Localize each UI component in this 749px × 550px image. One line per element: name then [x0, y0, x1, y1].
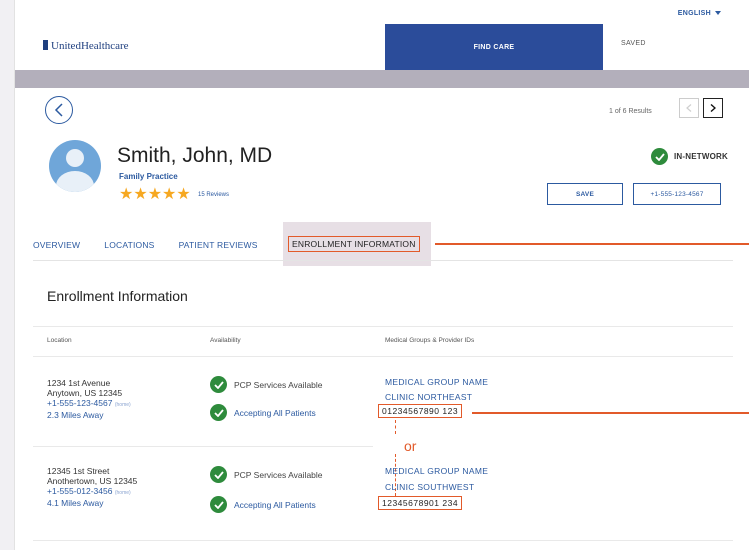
- checkmark-icon: [210, 376, 227, 393]
- phone-text: +1-555-012-3456: [47, 486, 113, 496]
- address-distance[interactable]: 4.1 Miles Away: [47, 498, 137, 508]
- address-city: Anytown, US 12345: [47, 388, 123, 398]
- location-address: 12345 1st Street Anothertown, US 12345 +…: [47, 466, 137, 508]
- network-status-badge: IN-NETWORK: [651, 148, 728, 165]
- column-header-groups: Medical Groups & Provider IDs: [385, 337, 475, 344]
- language-label: ENGLISH: [677, 10, 711, 17]
- availability-pcp: PCP Services Available: [234, 469, 323, 480]
- chevron-left-icon: [54, 103, 63, 117]
- availability-item: Accepting All Patients: [210, 404, 316, 421]
- reviews-link[interactable]: 15 Reviews: [198, 192, 229, 198]
- next-result-button[interactable]: [703, 98, 723, 118]
- logo-mark-icon: [43, 40, 48, 50]
- provider-id: 01234567890 123: [378, 404, 463, 418]
- nav-saved-label: SAVED: [621, 40, 646, 47]
- availability-item: Accepting All Patients: [210, 496, 316, 513]
- phone-text: +1-555-123-4567: [47, 398, 113, 408]
- tab-enrollment-information[interactable]: ENROLLMENT INFORMATION: [288, 236, 420, 252]
- section-title: Enrollment Information: [47, 288, 188, 304]
- divider: [33, 356, 733, 357]
- medical-group-name[interactable]: MEDICAL GROUP NAME: [385, 466, 488, 476]
- provider-name: Smith, John, MD: [117, 144, 273, 167]
- availability-item: PCP Services Available: [210, 376, 323, 393]
- provider-id: 12345678901 234: [378, 496, 463, 510]
- clinic-name[interactable]: CLINIC SOUTHWEST: [385, 482, 474, 492]
- chevron-down-icon: [715, 11, 721, 16]
- avatar: [49, 140, 101, 192]
- language-selector[interactable]: ENGLISH: [678, 10, 721, 17]
- address-city: Anothertown, US 12345: [47, 476, 138, 486]
- checkmark-icon: [651, 148, 668, 165]
- availability-accepting[interactable]: Accepting All Patients: [234, 500, 316, 510]
- avatar-head: [66, 149, 84, 167]
- call-phone-button[interactable]: +1-555-123-4567: [633, 183, 721, 205]
- tab-locations[interactable]: LOCATIONS: [104, 240, 154, 250]
- address-phone[interactable]: +1-555-123-4567 (home): [47, 398, 131, 410]
- nav-find-care[interactable]: FIND CARE: [385, 24, 603, 70]
- column-header-location: Location: [47, 337, 72, 344]
- tab-bar: OVERVIEW LOCATIONS PATIENT REVIEWS: [33, 240, 282, 250]
- save-button-label: SAVE: [575, 190, 595, 198]
- annotation-line: [472, 412, 749, 414]
- clinic-name[interactable]: CLINIC NORTHEAST: [385, 392, 472, 402]
- header-band: [15, 70, 749, 88]
- tab-enrollment-label: ENROLLMENT INFORMATION: [292, 239, 416, 249]
- annotation-dashed-line: [395, 420, 396, 434]
- divider: [33, 540, 733, 541]
- address-phone[interactable]: +1-555-012-3456 (home): [47, 486, 137, 498]
- logo-text: UnitedHealthcare: [51, 40, 129, 52]
- column-header-availability: Availability: [210, 337, 241, 344]
- avatar-body: [56, 171, 94, 192]
- divider: [33, 326, 733, 327]
- location-address: 1234 1st Avenue Anytown, US 12345 +1-555…: [47, 378, 131, 420]
- previous-result-button[interactable]: [679, 98, 699, 118]
- page-frame: ENGLISH UnitedHealthcare FIND CARE SAVED…: [14, 0, 749, 550]
- back-button[interactable]: [45, 96, 73, 124]
- address-distance[interactable]: 2.3 Miles Away: [47, 410, 131, 420]
- or-label: or: [404, 438, 417, 454]
- annotation-line: [435, 243, 749, 245]
- phone-tag: (home): [114, 490, 131, 496]
- tabs-divider: [33, 260, 733, 261]
- availability-pcp: PCP Services Available: [234, 379, 323, 390]
- star-rating-icon: ★★★★★: [119, 186, 191, 203]
- checkmark-icon: [210, 496, 227, 513]
- chevron-left-icon: [686, 104, 692, 112]
- chevron-right-icon: [710, 104, 716, 112]
- tab-overview[interactable]: OVERVIEW: [33, 240, 80, 250]
- provider-specialty: Family Practice: [119, 172, 178, 181]
- medical-group-name[interactable]: MEDICAL GROUP NAME: [385, 377, 488, 387]
- address-street: 1234 1st Avenue: [47, 378, 111, 388]
- save-button[interactable]: SAVE: [547, 183, 623, 205]
- phone-button-label: +1-555-123-4567: [650, 190, 704, 198]
- network-status-label: IN-NETWORK: [674, 152, 728, 161]
- nav-find-care-label: FIND CARE: [473, 43, 515, 51]
- tab-patient-reviews[interactable]: PATIENT REVIEWS: [179, 240, 258, 250]
- checkmark-icon: [210, 466, 227, 483]
- availability-item: PCP Services Available: [210, 466, 323, 483]
- checkmark-icon: [210, 404, 227, 421]
- address-street: 12345 1st Street: [47, 466, 110, 476]
- results-count: 1 of 6 Results: [609, 108, 652, 115]
- phone-tag: (home): [114, 402, 131, 408]
- divider: [33, 446, 373, 447]
- nav-saved[interactable]: SAVED: [621, 40, 646, 47]
- availability-accepting[interactable]: Accepting All Patients: [234, 408, 316, 418]
- brand-logo[interactable]: UnitedHealthcare: [43, 40, 129, 52]
